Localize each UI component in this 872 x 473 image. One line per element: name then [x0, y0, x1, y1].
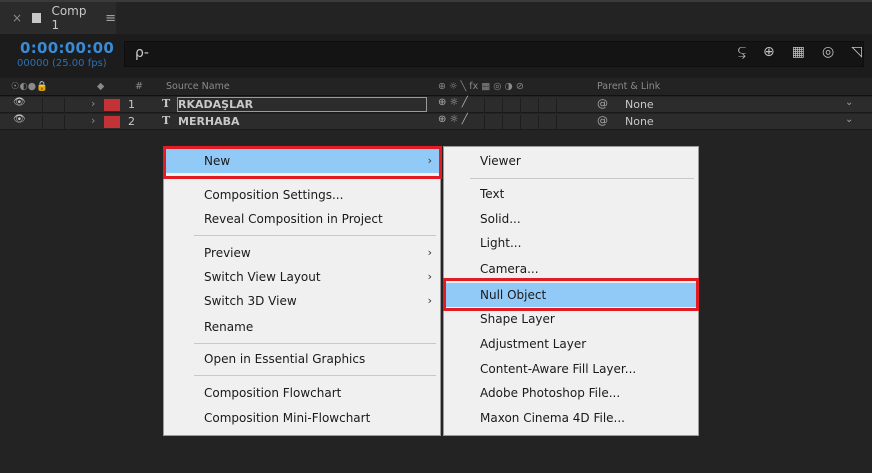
pick-whip-icon[interactable]: @: [597, 97, 608, 110]
lock-cell[interactable]: [64, 98, 86, 112]
frame-rate-display: 00000 (25.00 fps): [17, 58, 107, 69]
submenu-item-photoshop-file[interactable]: Adobe Photoshop File...: [444, 381, 698, 405]
layer-number: 1: [128, 98, 135, 111]
shy-layers-icon[interactable]: ⊕: [763, 44, 775, 60]
expand-caret-icon[interactable]: ›: [91, 114, 95, 127]
close-icon[interactable]: ×: [12, 11, 22, 25]
switch-cell[interactable]: [484, 115, 502, 129]
submenu-item-camera[interactable]: Camera...: [444, 257, 698, 281]
submenu-item-null-object[interactable]: Null Object: [444, 283, 698, 307]
menu-divider: [194, 343, 436, 344]
audio-cell[interactable]: [42, 115, 64, 129]
layer-switches-header: ⊕ ☼ ╲ fx ▦ ◎ ◑ ⊘: [438, 81, 524, 92]
chevron-down-icon[interactable]: ⌄: [845, 114, 853, 125]
menu-item-composition-settings[interactable]: Composition Settings...: [164, 183, 440, 207]
submenu-arrow-icon: ›: [427, 246, 432, 259]
timeline-header: 0:00:00:00 00000 (25.00 fps) ρ- ⥹ ⊕ ▦ ◎ …: [0, 34, 872, 78]
menu-divider: [194, 375, 436, 376]
menu-item-composition-mini-flowchart[interactable]: Composition Mini-Flowchart: [164, 406, 440, 430]
context-menu: New › Composition Settings... Reveal Com…: [163, 146, 441, 436]
layer-row[interactable]: 👁 › 2 T MERHABA ⊕ ☼ ╱ @ None ⌄: [0, 114, 872, 130]
layer-row[interactable]: 👁 › 1 T RKADAŞLAR ⊕ ☼ ╱ @ None ⌄: [0, 97, 872, 113]
parent-dropdown-value[interactable]: None: [625, 98, 654, 111]
layer-column-header: ☉◐●🔒 ◆ # Source Name ⊕ ☼ ╲ fx ▦ ◎ ◑ ⊘ Pa…: [0, 78, 872, 96]
switch-cell[interactable]: [520, 115, 538, 129]
av-switches-header: ☉◐●🔒: [11, 81, 48, 92]
submenu-item-viewer[interactable]: Viewer: [444, 149, 698, 173]
menu-item-new[interactable]: New ›: [164, 149, 440, 173]
visibility-eye-icon[interactable]: 👁: [13, 114, 26, 125]
menu-item-open-essential-graphics[interactable]: Open in Essential Graphics: [164, 347, 440, 371]
menu-divider: [194, 178, 436, 179]
submenu-arrow-icon: ›: [427, 294, 432, 307]
search-icon: ρ-: [135, 45, 149, 61]
layer-switch-icons[interactable]: ⊕ ☼ ╱: [438, 114, 468, 125]
timeline-toolbar: ⥹ ⊕ ▦ ◎ ◹: [738, 44, 862, 60]
graph-editor-icon[interactable]: ◹: [851, 44, 862, 60]
parent-dropdown-value[interactable]: None: [625, 115, 654, 128]
layer-switch-icons[interactable]: ⊕ ☼ ╱: [438, 97, 468, 108]
submenu-item-text[interactable]: Text: [444, 182, 698, 206]
expand-caret-icon[interactable]: ›: [91, 97, 95, 110]
submenu-item-shape-layer[interactable]: Shape Layer: [444, 307, 698, 331]
layer-name[interactable]: MERHABA: [178, 115, 240, 128]
submenu-arrow-icon: ›: [427, 154, 432, 167]
chevron-down-icon[interactable]: ⌄: [845, 97, 853, 108]
menu-divider: [194, 235, 436, 236]
submenu-item-light[interactable]: Light...: [444, 231, 698, 255]
layer-label-color[interactable]: [104, 116, 120, 128]
layer-name[interactable]: RKADAŞLAR: [178, 98, 253, 111]
switch-cell[interactable]: [538, 98, 556, 112]
switch-cell[interactable]: [502, 98, 520, 112]
motion-blur-icon[interactable]: ◎: [822, 44, 834, 60]
menu-divider: [470, 178, 694, 179]
submenu-arrow-icon: ›: [427, 270, 432, 283]
text-layer-icon: T: [162, 97, 171, 110]
parent-link-header: Parent & Link: [597, 81, 661, 92]
pick-whip-icon[interactable]: @: [597, 114, 608, 127]
comp-flowchart-icon[interactable]: ⥹: [738, 44, 746, 60]
submenu-item-adjustment-layer[interactable]: Adjustment Layer: [444, 332, 698, 356]
menu-item-switch-view-layout[interactable]: Switch View Layout ›: [164, 265, 440, 289]
number-column-header: #: [135, 81, 143, 92]
submenu-item-cinema4d-file[interactable]: Maxon Cinema 4D File...: [444, 406, 698, 430]
menu-item-switch-3d-view[interactable]: Switch 3D View ›: [164, 289, 440, 313]
layer-label-color[interactable]: [104, 99, 120, 111]
source-name-header[interactable]: Source Name: [166, 81, 230, 92]
switch-cell[interactable]: [556, 98, 574, 112]
label-column-header[interactable]: ◆: [97, 81, 104, 92]
tab-comp[interactable]: × Comp 1 ≡: [0, 2, 116, 34]
switch-cell[interactable]: [502, 115, 520, 129]
switch-cell[interactable]: [556, 115, 574, 129]
layer-number: 2: [128, 115, 135, 128]
menu-item-rename[interactable]: Rename: [164, 315, 440, 339]
menu-item-preview[interactable]: Preview ›: [164, 241, 440, 265]
text-layer-icon: T: [162, 114, 171, 127]
visibility-eye-icon[interactable]: 👁: [13, 97, 26, 108]
comp-color-swatch: [32, 13, 42, 23]
new-submenu: Viewer Text Solid... Light... Camera... …: [443, 146, 699, 436]
tab-bar: × Comp 1 ≡: [0, 0, 872, 34]
panel-menu-icon[interactable]: ≡: [105, 11, 116, 26]
frame-blending-icon[interactable]: ▦: [792, 44, 805, 60]
menu-item-reveal-composition[interactable]: Reveal Composition in Project: [164, 207, 440, 231]
submenu-item-content-aware-fill[interactable]: Content-Aware Fill Layer...: [444, 357, 698, 381]
switch-cell[interactable]: [484, 98, 502, 112]
switch-cell[interactable]: [538, 115, 556, 129]
switch-cell[interactable]: [520, 98, 538, 112]
tab-title: Comp 1: [51, 4, 87, 32]
menu-item-composition-flowchart[interactable]: Composition Flowchart: [164, 381, 440, 405]
submenu-item-solid[interactable]: Solid...: [444, 207, 698, 231]
audio-cell[interactable]: [42, 98, 64, 112]
lock-cell[interactable]: [64, 115, 86, 129]
current-time-display[interactable]: 0:00:00:00: [20, 39, 114, 57]
